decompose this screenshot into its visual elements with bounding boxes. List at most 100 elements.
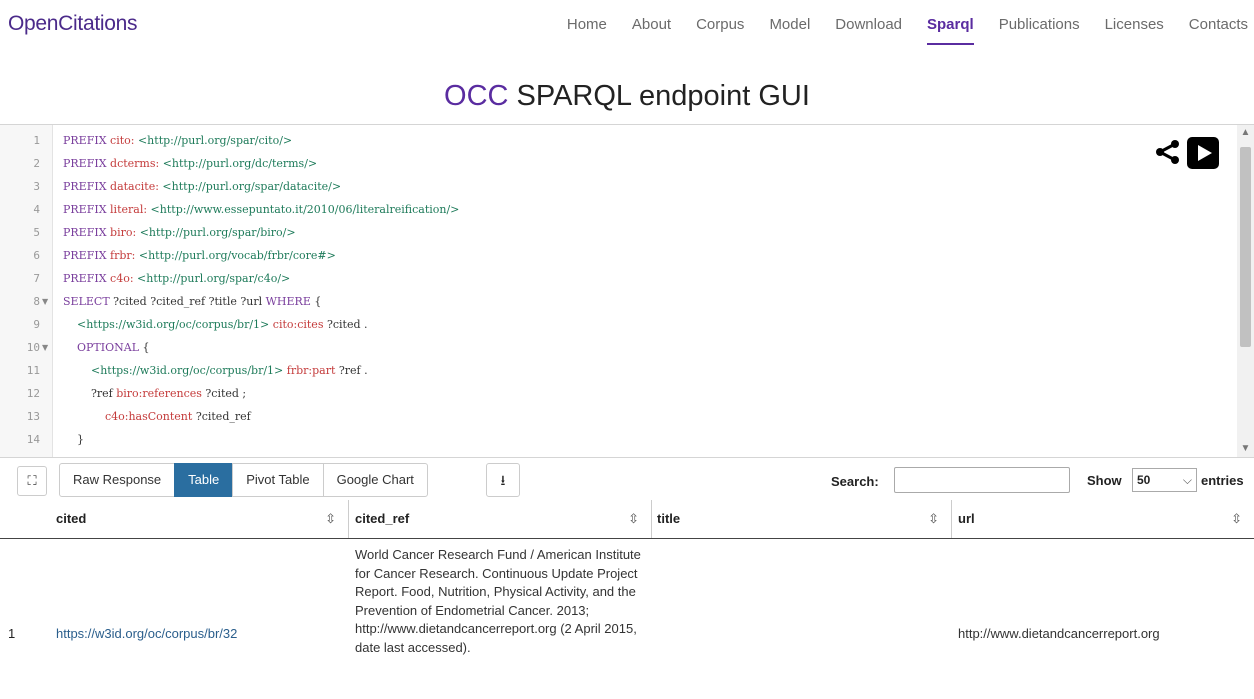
search-input[interactable] bbox=[894, 467, 1070, 493]
line-number: 7 bbox=[33, 272, 40, 285]
editor-scrollbar[interactable]: ▲ ▼ bbox=[1237, 125, 1254, 457]
code-text: PREFIX c4o: <http://purl.org/spar/c4o/> bbox=[63, 267, 290, 290]
code-token: cito: bbox=[110, 134, 138, 147]
code-token: OPTIONAL bbox=[77, 341, 143, 354]
code-text: PREFIX dcterms: <http://purl.org/dc/term… bbox=[63, 152, 317, 175]
code-token: frbr:part bbox=[286, 364, 339, 377]
sparql-editor[interactable]: 1 PREFIX cito: <http://purl.org/spar/cito… bbox=[0, 124, 1254, 458]
column-header-title[interactable]: title ⇳ bbox=[657, 500, 945, 538]
code-token: datacite: bbox=[110, 180, 163, 193]
nav-item-corpus[interactable]: Corpus bbox=[696, 16, 744, 33]
nav-item-model[interactable]: Model bbox=[769, 16, 810, 33]
search-label: Search: bbox=[831, 474, 879, 489]
code-token: <http://www.essepuntato.it/2010/06/liter… bbox=[150, 203, 460, 216]
column-header-cited[interactable]: cited ⇳ bbox=[56, 500, 342, 538]
nav-item-contacts[interactable]: Contacts bbox=[1189, 16, 1248, 33]
entries-select[interactable]: 50 ⌵ bbox=[1132, 468, 1197, 492]
entries-select-value: 50 bbox=[1137, 473, 1151, 487]
nav-item-home[interactable]: Home bbox=[567, 16, 607, 33]
main-nav: Home About Corpus Model Download Sparql Public… bbox=[567, 16, 1254, 45]
page-title-rest: SPARQL endpoint GUI bbox=[508, 80, 810, 112]
view-tab-raw-response[interactable]: Raw Response bbox=[59, 463, 176, 497]
code-token: c4o: bbox=[110, 272, 138, 285]
line-number: 3 bbox=[33, 180, 40, 193]
code-token: biro:references bbox=[116, 387, 206, 400]
share-icon[interactable] bbox=[1155, 139, 1181, 165]
code-token: PREFIX bbox=[63, 134, 111, 147]
run-query-button[interactable] bbox=[1187, 137, 1219, 169]
code-text: c4o:hasContent ?cited_ref bbox=[63, 405, 251, 428]
column-header-cited-ref[interactable]: cited_ref ⇳ bbox=[355, 500, 645, 538]
code-token: cito:cites bbox=[272, 318, 327, 331]
code-token: ?ref bbox=[63, 387, 117, 400]
code-token: <http://purl.org/spar/datacite/> bbox=[162, 180, 342, 193]
line-number: 12 bbox=[26, 387, 40, 400]
column-divider bbox=[951, 500, 952, 538]
column-label: cited bbox=[56, 511, 87, 526]
column-label: title bbox=[657, 511, 681, 526]
code-token: frbr: bbox=[110, 249, 139, 262]
code-token: literal: bbox=[110, 203, 151, 216]
code-token: PREFIX bbox=[63, 180, 111, 193]
nav-item-publications[interactable]: Publications bbox=[999, 16, 1080, 33]
code-token: PREFIX bbox=[63, 226, 111, 239]
code-text: PREFIX biro: <http://purl.org/spar/biro/… bbox=[63, 221, 296, 244]
view-tab-google-chart[interactable]: Google Chart bbox=[322, 463, 428, 497]
scroll-down-icon[interactable]: ▼ bbox=[1237, 441, 1254, 457]
fold-toggle-icon[interactable]: ▼ bbox=[42, 336, 48, 359]
sort-icon[interactable]: ⇳ bbox=[1231, 500, 1242, 538]
code-text: PREFIX cito: <http://purl.org/spar/cito/… bbox=[63, 129, 292, 152]
line-number: 11 bbox=[26, 364, 40, 377]
cited-ref-cell: World Cancer Research Fund / American In… bbox=[355, 547, 641, 655]
nav-item-download[interactable]: Download bbox=[835, 16, 902, 33]
download-icon[interactable]: ⭳ bbox=[486, 463, 520, 497]
code-token: ?cited ; bbox=[205, 387, 247, 400]
show-label: Show bbox=[1087, 473, 1122, 488]
view-tab-pivot-table[interactable]: Pivot Table bbox=[232, 463, 324, 497]
code-token: <https://w3id.org/oc/corpus/br/1> bbox=[77, 318, 273, 331]
code-text: PREFIX literal: <http://www.essepuntato.… bbox=[63, 198, 459, 221]
code-token: <http://purl.org/vocab/frbr/core#> bbox=[138, 249, 336, 262]
code-text: OPTIONAL { bbox=[63, 336, 150, 359]
nav-item-licenses[interactable]: Licenses bbox=[1105, 16, 1164, 33]
code-token: WHERE bbox=[265, 295, 315, 308]
view-tab-table[interactable]: Table bbox=[174, 463, 234, 497]
expand-icon[interactable]: ⛶ bbox=[17, 466, 47, 496]
sort-icon[interactable]: ⇳ bbox=[325, 500, 336, 538]
scroll-thumb[interactable] bbox=[1240, 147, 1251, 347]
sort-icon[interactable]: ⇳ bbox=[628, 500, 639, 538]
code-token: <http://purl.org/dc/terms/> bbox=[162, 157, 318, 170]
code-token: { bbox=[314, 295, 322, 308]
brand-logo[interactable]: OpenCitations bbox=[8, 12, 137, 36]
line-number: 10 bbox=[26, 341, 40, 354]
code-text: SELECT ?cited ?cited_ref ?title ?url WHE… bbox=[63, 290, 321, 313]
code-token: <http://purl.org/spar/biro/> bbox=[139, 226, 296, 239]
code-token: ?cited_ref bbox=[195, 410, 251, 423]
code-text: } bbox=[63, 428, 84, 451]
cited-link[interactable]: https://w3id.org/oc/corpus/br/32 bbox=[56, 626, 237, 641]
code-token: PREFIX bbox=[63, 157, 111, 170]
column-divider bbox=[651, 500, 652, 538]
code-token: <http://purl.org/spar/c4o/> bbox=[137, 272, 291, 285]
code-token: PREFIX bbox=[63, 272, 111, 285]
code-text: PREFIX frbr: <http://purl.org/vocab/frbr… bbox=[63, 244, 336, 267]
code-token: SELECT bbox=[63, 295, 114, 308]
code-token: biro: bbox=[110, 226, 140, 239]
nav-item-sparql[interactable]: Sparql bbox=[927, 16, 974, 45]
code-text: <https://w3id.org/oc/corpus/br/1> frbr:p… bbox=[63, 359, 368, 382]
result-view-tabs: Raw Response Table Pivot Table Google Chart bbox=[59, 463, 428, 497]
scroll-up-icon[interactable]: ▲ bbox=[1237, 125, 1254, 141]
column-header-url[interactable]: url ⇳ bbox=[958, 500, 1248, 538]
code-text: ?ref biro:references ?cited ; bbox=[63, 382, 246, 405]
sort-icon[interactable]: ⇳ bbox=[928, 500, 939, 538]
code-text: <https://w3id.org/oc/corpus/br/1> cito:c… bbox=[63, 313, 368, 336]
code-token: PREFIX bbox=[63, 203, 111, 216]
code-token: ?cited ?cited_ref ?title ?url bbox=[113, 295, 266, 308]
line-number: 1 bbox=[33, 134, 40, 147]
table-header: cited ⇳ cited_ref ⇳ title ⇳ url ⇳ bbox=[0, 500, 1254, 539]
fold-toggle-icon[interactable]: ▼ bbox=[42, 290, 48, 313]
line-number: 5 bbox=[33, 226, 40, 239]
nav-item-about[interactable]: About bbox=[632, 16, 671, 33]
